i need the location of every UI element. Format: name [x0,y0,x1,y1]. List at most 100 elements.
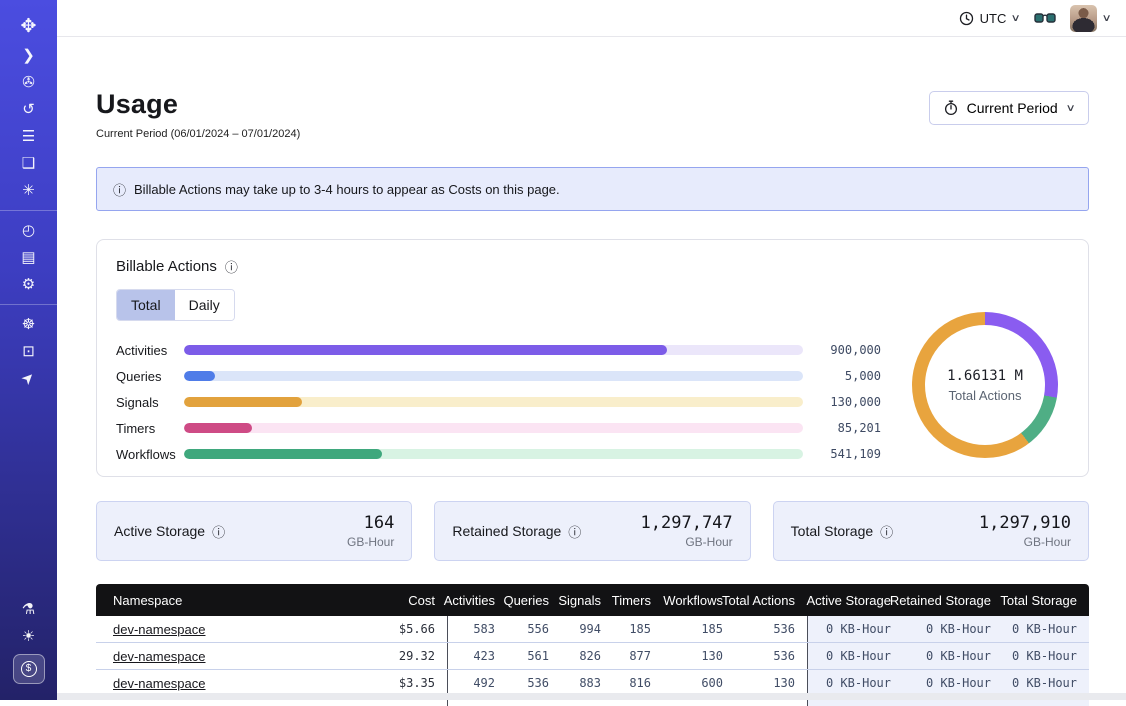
gauge-icon[interactable]: ◴ [0,217,57,244]
bar-row-timers: Timers 85,201 [116,415,881,441]
info-icon[interactable]: ⓘ [212,522,225,541]
info-icon[interactable]: ⓘ [225,257,238,276]
cell-cost: 29.32 [323,643,447,669]
bar-fill [184,423,252,433]
active-storage-unit: GB-Hour [347,535,394,549]
cell-activities: 423 [447,643,507,669]
total-storage-card: Total Storage ⓘ 1,297,910 GB-Hour [773,501,1089,561]
col-header-queries: Queries [507,584,561,616]
account-menu[interactable]: ∨ [1070,5,1110,32]
support-lifebuoy-icon[interactable]: ☸ [0,311,57,338]
bar-track [184,371,803,381]
bar-value: 130,000 [803,395,881,409]
cell-cost: $5.66 [323,616,447,642]
table-header-row: Namespace Cost Activities Queries Signal… [96,584,1089,616]
retained-storage-unit: GB-Hour [641,535,733,549]
period-button-label: Current Period [967,100,1058,116]
cube-icon[interactable]: ❑ [0,150,57,177]
nexus-asterisk-icon[interactable]: ✳ [0,177,57,204]
period-dropdown-button[interactable]: Current Period ∨ [929,91,1089,125]
donut-total-value: 1.66131 M [947,368,1023,384]
info-icon[interactable]: ⓘ [880,522,893,541]
bar-fill [184,371,215,381]
bar-value: 900,000 [803,343,881,357]
cell-retained-storage: 0 KB-Hour [903,643,1003,669]
bar-label: Workflows [116,447,184,462]
total-storage-value: 1,297,910 [979,513,1071,533]
settings-gear-icon[interactable]: ⚙ [0,271,57,298]
cell-total-storage: 0 KB-Hour [1003,643,1089,669]
tab-daily[interactable]: Daily [175,290,234,320]
dollar-coin-icon: $ [21,661,37,677]
billable-bar-chart: Activities 900,000 Queries 5,000 Signals… [116,337,881,467]
chevron-down-icon: ∨ [1101,13,1111,24]
retained-storage-card: Retained Storage ⓘ 1,297,747 GB-Hour [434,501,750,561]
info-icon[interactable]: ⓘ [568,522,581,541]
glasses-icon[interactable] [1034,11,1056,25]
bar-track [184,397,803,407]
active-storage-label: Active Storage [114,523,205,539]
collapse-chevron-icon[interactable]: ❯ [0,42,57,69]
user-avatar [1070,5,1097,32]
col-header-activities: Activities [447,584,507,616]
col-header-retained-storage: Retained Storage [903,584,1003,616]
col-header-signals: Signals [561,584,613,616]
stopwatch-icon [944,100,958,116]
cell-signals: 994 [561,616,613,642]
bar-value: 85,201 [803,421,881,435]
docs-terminal-icon[interactable]: ⊡ [0,338,57,365]
cell-active-storage: 0 KB-Hour [807,616,903,642]
chevron-down-icon: ∨ [1065,103,1075,114]
cell-active-storage: 0 KB-Hour [807,643,903,669]
col-header-active-storage: Active Storage [807,584,903,616]
bar-track [184,449,803,459]
active-storage-value: 164 [347,513,394,533]
storage-summary-row: Active Storage ⓘ 164 GB-Hour Retained St… [96,501,1089,561]
col-header-timers: Timers [613,584,663,616]
cell-timers: 877 [613,643,663,669]
cell-total-actions: 536 [735,616,807,642]
stack-icon[interactable]: ☰ [0,123,57,150]
usage-dollar-item[interactable]: $ [0,650,57,688]
sidebar-divider [0,304,57,305]
info-banner: ⓘ Billable Actions may take up to 3-4 ho… [96,167,1089,211]
namespace-link[interactable]: dev-namespace [113,676,206,691]
main-content: Usage Current Period (06/01/2024 – 07/01… [57,37,1126,700]
rocket-icon[interactable]: ➤ [0,365,57,392]
namespace-usage-table: Namespace Cost Activities Queries Signal… [96,584,1089,706]
cell-queries: 556 [507,616,561,642]
page-bottom-edge [57,693,1126,700]
sun-icon[interactable]: ☀ [0,623,57,650]
period-subtitle: Current Period (06/01/2024 – 07/01/2024) [96,128,300,140]
timezone-selector[interactable]: UTC ∨ [959,11,1020,26]
bar-fill [184,449,382,459]
cell-total-storage: 0 KB-Hour [1003,616,1089,642]
bar-value: 541,109 [803,447,881,461]
tab-total[interactable]: Total [117,290,175,320]
sidebar: ✥ ❯ ✇ ↺ ☰ ❑ ✳ ◴ ▤ ⚙ ☸ ⊡ ➤ ⚗ ☀ $ [0,0,57,700]
total-storage-unit: GB-Hour [979,535,1071,549]
col-header-total-actions: Total Actions [735,584,807,616]
cell-workflows: 185 [663,616,735,642]
timezone-label: UTC [980,11,1007,26]
bar-label: Timers [116,421,184,436]
billing-card-icon[interactable]: ▤ [0,244,57,271]
namespace-link[interactable]: dev-namespace [113,622,206,637]
banner-text: Billable Actions may take up to 3-4 hour… [134,182,560,197]
retained-storage-value: 1,297,747 [641,513,733,533]
temporal-logo-icon[interactable]: ✥ [0,10,57,42]
namespaces-icon[interactable]: ✇ [0,69,57,96]
cell-timers: 185 [613,616,663,642]
history-icon[interactable]: ↺ [0,96,57,123]
namespace-link[interactable]: dev-namespace [113,649,206,664]
bar-label: Signals [116,395,184,410]
cell-queries: 561 [507,643,561,669]
flask-icon[interactable]: ⚗ [0,596,57,623]
bar-row-queries: Queries 5,000 [116,363,881,389]
col-header-cost: Cost [323,584,447,616]
col-header-total-storage: Total Storage [1003,584,1089,616]
bar-row-workflows: Workflows 541,109 [116,441,881,467]
cell-signals: 826 [561,643,613,669]
sidebar-divider [0,210,57,211]
col-header-namespace: Namespace [96,584,323,616]
